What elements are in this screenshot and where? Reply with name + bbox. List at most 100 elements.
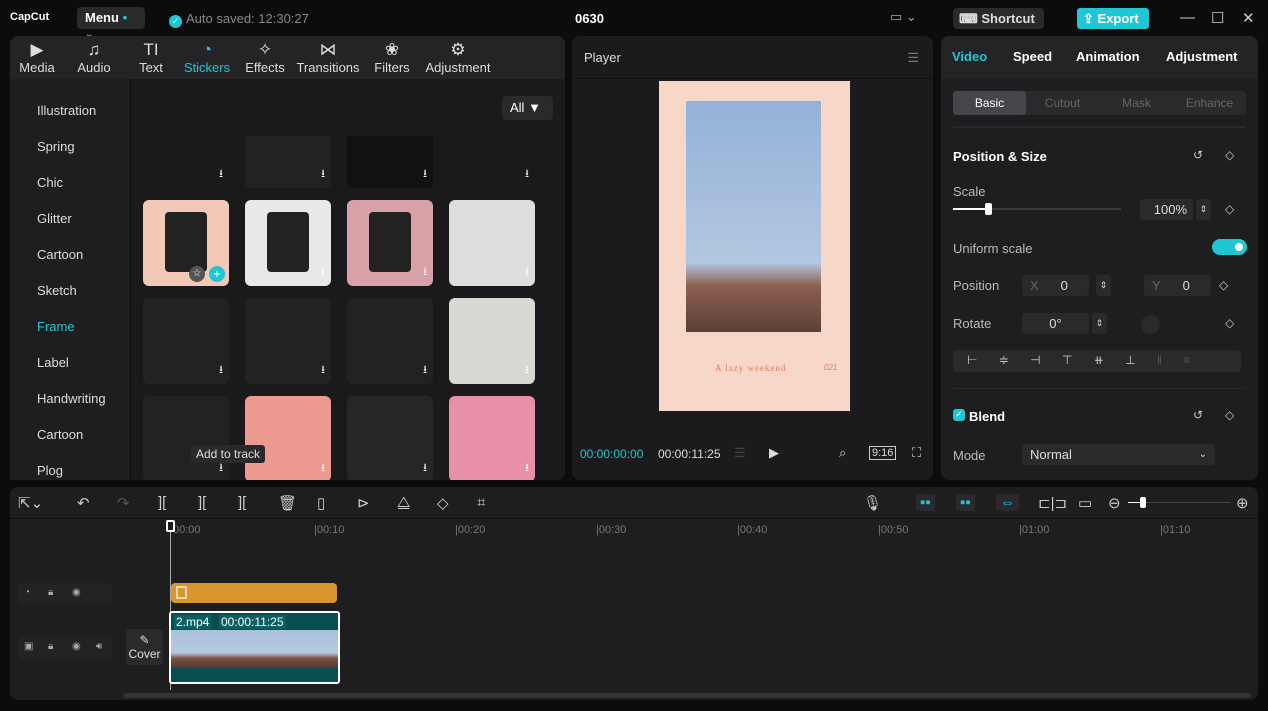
reset-icon[interactable]: ↺ (1193, 408, 1203, 422)
download-icon[interactable]: ⭳ (525, 361, 529, 380)
microphone-icon[interactable]: 🎙︎ (863, 494, 882, 512)
undo-icon[interactable]: ↶ (77, 494, 90, 512)
keyframe-icon[interactable]: ◇ (1225, 316, 1234, 330)
zoom-fit-icon[interactable]: ⌕ (839, 445, 846, 461)
playhead-handle[interactable] (166, 520, 175, 532)
download-icon[interactable]: ⭳ (219, 361, 223, 380)
preview-axis-icon[interactable]: ⊏|⊐ (1038, 494, 1067, 512)
sticker-item[interactable]: ⭳ (143, 396, 229, 480)
zoom-timeline-icon[interactable]: ▭ (1078, 494, 1092, 512)
rotate-stepper[interactable]: ⇕ (1092, 313, 1107, 334)
keyframe-icon[interactable]: ◇ (1225, 202, 1234, 216)
crop-icon[interactable]: ⌗ (477, 494, 485, 511)
play-icon[interactable]: ▶ (769, 445, 779, 461)
x-stepper[interactable]: ⇕ (1096, 275, 1111, 296)
rotate-icon[interactable]: ◇ (437, 494, 449, 512)
fullscreen-icon[interactable]: ⛶ (912, 445, 921, 461)
mode-select[interactable]: Normal ⌄ (1022, 444, 1215, 465)
keyframe-icon[interactable]: ◇ (1225, 408, 1234, 422)
download-icon[interactable]: ⭳ (321, 165, 325, 184)
keyframe-icon[interactable]: ◇ (1225, 148, 1234, 162)
waveform-icon[interactable]: ☰ (734, 445, 746, 461)
zoom-slider-handle[interactable] (1140, 497, 1146, 508)
layout-icon[interactable]: ▭ ⌄ (890, 9, 917, 25)
subtab-enhance[interactable]: Enhance (1173, 91, 1246, 115)
split-icon[interactable]: ][ (158, 494, 166, 511)
sticker-item[interactable]: ⭳ (347, 396, 433, 480)
reset-icon[interactable]: ↺ (1193, 148, 1203, 162)
speed-icon[interactable]: ⊳ (357, 494, 370, 512)
linkage-icon[interactable]: ⇔ (996, 494, 1019, 511)
download-icon[interactable]: ⭳ (423, 165, 427, 184)
category-glitter[interactable]: Glitter (37, 211, 72, 226)
category-cartoon[interactable]: Cartoon (37, 247, 83, 262)
tab-stickers[interactable]: ◔ Stickers (177, 40, 237, 75)
position-y-input[interactable]: Y0 (1144, 275, 1211, 296)
sticker-item[interactable]: ⭳ (245, 200, 331, 286)
tab-animation[interactable]: Animation (1076, 49, 1140, 64)
sticker-item[interactable]: ⭳ (347, 200, 433, 286)
cover-button[interactable]: ✎ Cover (126, 629, 163, 665)
menu-icon[interactable]: ☰ (907, 50, 919, 66)
delete-icon[interactable]: 🗑︎ (278, 494, 297, 512)
scale-stepper[interactable]: ⇕ (1196, 199, 1211, 220)
category-plog[interactable]: Plog (37, 463, 63, 478)
add-icon[interactable]: + (209, 266, 225, 282)
lock-icon[interactable]: 🔒︎ (48, 641, 53, 652)
tab-video[interactable]: Video (952, 49, 987, 64)
preview-canvas[interactable]: A lazy weekend 021 (659, 81, 850, 411)
position-x-input[interactable]: X0 (1022, 275, 1089, 296)
minimize-icon[interactable]: — (1180, 9, 1195, 26)
export-button[interactable]: ⇪ Export (1077, 8, 1149, 29)
redo-icon[interactable]: ↷ (117, 494, 130, 512)
download-icon[interactable]: ⭳ (423, 361, 427, 380)
split-left-icon[interactable]: ][ (198, 494, 206, 511)
tab-transitions[interactable]: ⋈ Transitions (293, 40, 363, 75)
keyframe-icon[interactable]: ◇ (1219, 278, 1228, 292)
tab-audio[interactable]: ♫ Audio (64, 40, 124, 75)
zoom-in-icon[interactable]: ⊕ (1236, 494, 1249, 512)
category-spring[interactable]: Spring (37, 139, 75, 154)
category-sketch[interactable]: Sketch (37, 283, 77, 298)
audio-icon[interactable]: 🔊︎ (96, 641, 102, 652)
sticker-item[interactable]: ⭳ (347, 298, 433, 384)
category-handwriting[interactable]: Handwriting (37, 391, 106, 406)
main-track-magnet-icon[interactable]: ▪▪ (916, 494, 935, 511)
close-icon[interactable]: ✕ (1242, 9, 1255, 27)
download-icon[interactable]: ⭳ (321, 459, 325, 478)
horizontal-scrollbar[interactable] (123, 693, 1251, 698)
scale-slider-handle[interactable] (985, 203, 992, 215)
blend-checkbox[interactable]: ✓ (953, 409, 965, 421)
category-frame[interactable]: Frame (37, 319, 75, 334)
filter-button[interactable]: All ▼ (502, 96, 553, 120)
sticker-clip[interactable] (171, 583, 337, 603)
maximize-icon[interactable]: ☐ (1211, 9, 1224, 27)
download-icon[interactable]: ⭳ (321, 263, 325, 282)
download-icon[interactable]: ⭳ (525, 459, 529, 478)
scale-input[interactable]: 100% (1140, 199, 1193, 220)
tab-filters[interactable]: ❀ Filters (362, 40, 422, 75)
category-label[interactable]: Label (37, 355, 69, 370)
download-icon[interactable]: ⭳ (219, 165, 223, 184)
scale-slider[interactable] (953, 203, 1121, 215)
section-position-size[interactable]: Position & Size (953, 149, 1047, 164)
shortcut-button[interactable]: ⌨ Shortcut (953, 8, 1044, 29)
rotate-input[interactable]: 0° (1022, 313, 1089, 334)
subtab-mask[interactable]: Mask (1100, 91, 1173, 115)
tab-adjustment[interactable]: ⚙ Adjustment (422, 40, 494, 75)
zoom-out-icon[interactable]: ⊖ (1108, 494, 1121, 512)
freeze-icon[interactable]: ▯ (317, 494, 325, 512)
select-tool-icon[interactable]: ⇱⌄ (18, 494, 43, 512)
zoom-slider[interactable] (1128, 497, 1230, 508)
sticker-item[interactable]: + ☆ (143, 200, 229, 286)
tab-effects[interactable]: ✧ Effects (235, 40, 295, 75)
favorite-icon[interactable]: ☆ (189, 266, 205, 282)
subtab-basic[interactable]: Basic (953, 91, 1026, 115)
ratio-button[interactable]: 9:16 (869, 446, 897, 460)
uniform-scale-toggle[interactable] (1212, 239, 1247, 255)
align-toolbar[interactable]: ⊢ ≑ ⊣ ⊤ ⧺ ⊥ ‖ ≡ (953, 350, 1241, 372)
sticker-item[interactable]: ⭳ (143, 298, 229, 384)
rotate-dial[interactable] (1141, 315, 1160, 334)
eye-icon[interactable]: ◉ (72, 587, 81, 598)
sticker-item[interactable]: ⭳ (449, 200, 535, 286)
